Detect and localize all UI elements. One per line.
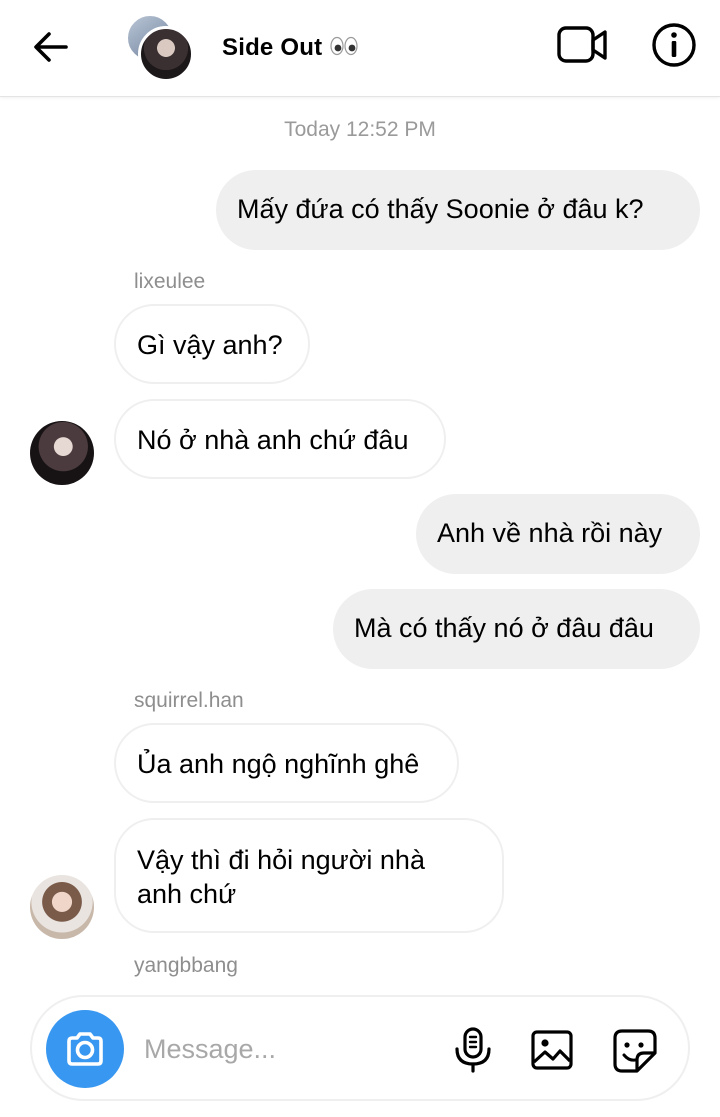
arrow-left-icon [34, 32, 68, 62]
message-bubble-incoming[interactable]: Vậy thì đi hỏi người nhà anh chứ [114, 818, 504, 933]
video-camera-icon [557, 26, 607, 63]
image-icon [531, 1030, 573, 1070]
chat-title[interactable]: Side Out [222, 34, 358, 63]
message-bubble-incoming[interactable]: Gì vậy anh? [114, 304, 310, 384]
voice-message-button[interactable] [452, 1027, 494, 1073]
chat-title-text: Side Out [222, 34, 323, 61]
sticker-icon [613, 1029, 657, 1073]
avatar[interactable] [30, 421, 94, 485]
sticker-button[interactable] [612, 1028, 658, 1074]
message-timestamp: Today 12:52 PM [284, 118, 436, 141]
camera-button[interactable] [46, 1010, 124, 1088]
message-bubble-incoming[interactable]: Ủa anh ngộ nghĩnh ghê [114, 723, 459, 803]
message-input[interactable] [144, 1027, 424, 1071]
gallery-button[interactable] [530, 1029, 574, 1071]
message-composer [30, 995, 690, 1101]
sender-name: lixeulee [134, 270, 206, 293]
eyes-emoji-icon [330, 35, 358, 63]
message-line: anh chứ [137, 879, 237, 909]
camera-icon [67, 1032, 103, 1066]
microphone-icon [455, 1027, 491, 1073]
sender-name: squirrel.han [134, 689, 244, 712]
sender-name: yangbbang [134, 954, 238, 977]
avatar[interactable] [30, 875, 94, 939]
video-call-button[interactable] [556, 22, 610, 68]
chat-header: Side Out [0, 0, 720, 97]
group-avatar[interactable] [124, 12, 194, 82]
message-line: Vậy thì đi hỏi người nhà [137, 845, 425, 875]
message-bubble-outgoing[interactable]: Mấy đứa có thấy Soonie ở đâu k? [216, 170, 700, 250]
info-button[interactable] [650, 21, 698, 69]
avatar-member-2 [138, 26, 194, 82]
message-bubble-incoming[interactable]: Nó ở nhà anh chứ đâu [114, 399, 446, 479]
message-bubble-outgoing[interactable]: Mà có thấy nó ở đâu đâu [333, 589, 700, 669]
message-bubble-outgoing[interactable]: Anh về nhà rồi này [416, 494, 700, 574]
back-button[interactable] [28, 24, 74, 70]
info-icon [652, 23, 696, 67]
